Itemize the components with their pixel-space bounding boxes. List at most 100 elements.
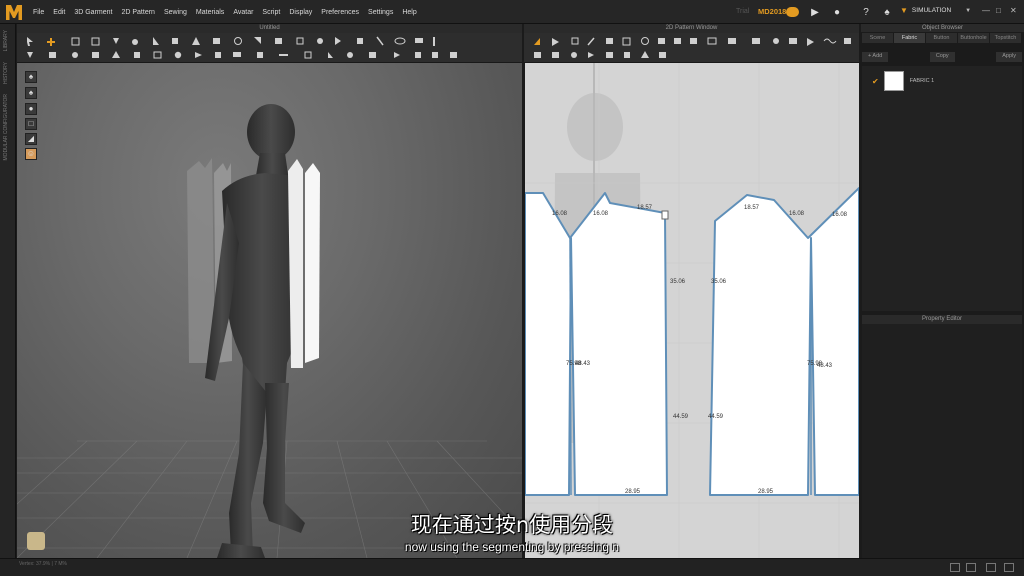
menu-materials[interactable]: Materials bbox=[196, 9, 224, 16]
menu-script[interactable]: Script bbox=[262, 9, 280, 16]
property-editor-header: Property Editor bbox=[862, 315, 1022, 324]
select-icon bbox=[27, 37, 33, 46]
apply-button[interactable]: Apply bbox=[996, 52, 1022, 62]
avatar-display-icon[interactable]: ☺ bbox=[25, 148, 37, 160]
object-browser-header: Object Browser bbox=[861, 24, 1024, 32]
garment-panel-front-2 bbox=[305, 163, 320, 363]
edit-point-icon bbox=[552, 38, 559, 46]
menu-3d-garment[interactable]: 3D Garment bbox=[74, 9, 112, 16]
tool-b6-icon bbox=[134, 52, 140, 58]
main-menu: File Edit 3D Garment 2D Pattern Sewing M… bbox=[33, 0, 426, 24]
status-coordinates: Vertex: 37.9% | 7 M% bbox=[19, 561, 67, 567]
status-bar: Vertex: 37.9% | 7 M% bbox=[0, 558, 1024, 576]
toolbar-3d-icons[interactable] bbox=[17, 33, 522, 63]
circle-icon bbox=[641, 37, 649, 45]
tool-2b5-icon bbox=[606, 52, 613, 58]
close-icon[interactable]: ✕ bbox=[1010, 6, 1017, 15]
tool-2b6-icon bbox=[624, 52, 630, 58]
view-tool-2-icon[interactable]: ♠ bbox=[25, 87, 37, 99]
tab-fabric[interactable]: Fabric bbox=[894, 33, 925, 43]
tape-icon bbox=[254, 37, 261, 44]
view-tool-5-icon[interactable]: ◢ bbox=[25, 133, 37, 145]
menu-preferences[interactable]: Preferences bbox=[321, 9, 359, 16]
tuck-icon bbox=[192, 37, 200, 45]
fabric-list: ✔ FABRIC 1 bbox=[862, 66, 1022, 311]
meas-right-3: 35.06 bbox=[711, 279, 727, 285]
move-icon bbox=[47, 38, 55, 46]
simulation-mode-dropdown[interactable]: ▼ SIMULATION ▼ bbox=[900, 6, 971, 15]
toolbar-2d bbox=[524, 33, 859, 63]
tool-b13-icon bbox=[279, 54, 288, 56]
image-icon bbox=[728, 38, 736, 44]
tool-b9-icon bbox=[195, 52, 202, 58]
avatar-icon[interactable]: ♠ bbox=[880, 5, 894, 19]
app-logo-icon bbox=[6, 5, 22, 20]
meas-left-1: 16.08 bbox=[552, 211, 568, 217]
rectangle-icon bbox=[622, 37, 631, 46]
tab-buttonhole[interactable]: Buttonhole bbox=[958, 33, 989, 43]
meas-left-4: 35.06 bbox=[670, 279, 686, 285]
fabric-item[interactable]: ✔ FABRIC 1 bbox=[872, 71, 934, 91]
library-tab[interactable]: LIBRARY bbox=[3, 30, 9, 51]
segment-sewing-icon bbox=[752, 38, 760, 44]
fold-arrange-icon bbox=[844, 38, 851, 44]
line-icon bbox=[376, 36, 384, 46]
toolbar-2d-icons[interactable] bbox=[524, 33, 859, 63]
menu-display[interactable]: Display bbox=[289, 9, 312, 16]
help-icon[interactable]: ? bbox=[859, 5, 873, 19]
tab-topstitch[interactable]: Topstitch bbox=[990, 33, 1021, 43]
tool-b15-icon bbox=[328, 52, 333, 58]
menu-settings[interactable]: Settings bbox=[368, 9, 393, 16]
viewport-3d[interactable]: ♠ ♠ ● □ ◢ ☺ bbox=[17, 63, 522, 558]
meas-right-2: 16.08 bbox=[789, 211, 805, 217]
menu-avatar[interactable]: Avatar bbox=[233, 9, 253, 16]
add-button[interactable]: + Add bbox=[862, 52, 889, 62]
layout-3-icon[interactable] bbox=[986, 563, 996, 572]
meas-left-6: 44.59 bbox=[673, 414, 689, 420]
tool-2b7-icon bbox=[641, 51, 649, 58]
copy-button[interactable]: Copy bbox=[929, 52, 955, 62]
tab-scene[interactable]: Scene bbox=[862, 33, 893, 43]
button-icon bbox=[317, 38, 323, 44]
menu-2d-pattern[interactable]: 2D Pattern bbox=[121, 9, 154, 16]
tool-b1-icon bbox=[27, 52, 33, 58]
view-tool-3-icon[interactable]: ● bbox=[25, 103, 37, 115]
tool-b20-icon bbox=[432, 52, 438, 58]
fold-icon bbox=[172, 38, 178, 44]
minimize-icon[interactable]: — bbox=[982, 6, 990, 15]
segment-icon bbox=[587, 37, 595, 46]
tool-b8-icon bbox=[174, 51, 182, 59]
divider-icon bbox=[433, 37, 435, 46]
window-3d-header: Untitled bbox=[17, 24, 522, 33]
menu-file[interactable]: File bbox=[33, 9, 44, 16]
pattern-piece-right bbox=[709, 187, 859, 496]
edit-pattern-icon bbox=[534, 38, 540, 45]
object-browser-tabs: Scene Fabric Button Buttonhole Topstitch bbox=[862, 33, 1022, 43]
view-tool-1-icon[interactable]: ♠ bbox=[25, 71, 37, 83]
speaker-icon[interactable]: ▶ bbox=[808, 5, 822, 19]
pattern-piece-left bbox=[525, 192, 668, 496]
tab-button[interactable]: Button bbox=[926, 33, 957, 43]
layout-4-icon[interactable] bbox=[1004, 563, 1014, 572]
stitch-icon bbox=[357, 38, 363, 44]
tool-b18-icon bbox=[394, 52, 400, 58]
point-icon bbox=[132, 39, 138, 45]
internal-polygon-icon bbox=[658, 38, 665, 44]
meas-right-8: 16.08 bbox=[832, 212, 848, 218]
history-tab[interactable]: HISTORY bbox=[3, 62, 9, 84]
viewport-2d[interactable]: 16.08 16.08 18.57 35.06 75.98 48.43 44.5… bbox=[525, 63, 859, 558]
seam-icon bbox=[296, 37, 304, 45]
modular-configurator-tab[interactable]: MODULAR CONFIGURATOR bbox=[3, 94, 9, 160]
view-tool-4-icon[interactable]: □ bbox=[25, 118, 37, 130]
user-icon[interactable]: ● bbox=[830, 5, 844, 19]
maximize-icon[interactable]: □ bbox=[996, 6, 1001, 15]
layout-2-icon[interactable] bbox=[966, 563, 976, 572]
meas-left-7: 28.95 bbox=[625, 489, 641, 495]
cloud-icon[interactable] bbox=[785, 5, 799, 19]
window-2d-title: 2D Pattern Window bbox=[665, 25, 718, 31]
menu-sewing[interactable]: Sewing bbox=[164, 9, 187, 16]
menu-help[interactable]: Help bbox=[402, 9, 416, 16]
layout-1-icon[interactable] bbox=[950, 563, 960, 572]
menu-edit[interactable]: Edit bbox=[53, 9, 65, 16]
subtitle-english: now using the segmenting by pressing n bbox=[404, 540, 620, 554]
